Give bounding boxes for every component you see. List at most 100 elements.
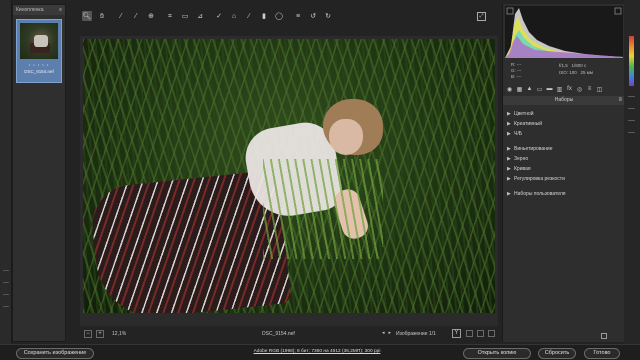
presets-panel-header: Наборы ≡ (503, 96, 625, 105)
prev-image-icon[interactable]: ◂ (382, 330, 385, 336)
thumbnail-filename: DSC_9154.nef (24, 69, 54, 74)
shutter-speed: 1/800 с (571, 63, 587, 68)
toggle-panel-icon[interactable] (601, 333, 607, 339)
split-toning-tab-icon[interactable]: ▬ (546, 86, 553, 93)
expand-arrow-icon: ▶ (507, 111, 511, 117)
photo-preview[interactable] (83, 39, 495, 313)
preset-group-curve[interactable]: ▶ Кривая (507, 164, 621, 174)
target-adjust-icon[interactable]: ⊕ (146, 11, 156, 21)
preset-group-user[interactable]: ▶ Наборы пользователя (507, 189, 621, 199)
rgb-readout: R: --- G: --- B: --- (511, 62, 522, 80)
zoom-out-button[interactable]: − (84, 330, 92, 338)
expand-arrow-icon: ▶ (507, 146, 511, 152)
preset-group-vignetting[interactable]: ▶ Виньетирование (507, 144, 621, 154)
detail-tab-icon[interactable]: ▲ (526, 86, 533, 93)
preset-group-label: Зерно (514, 156, 529, 162)
done-button[interactable]: Готово (584, 348, 620, 359)
gutter-tick (3, 306, 9, 307)
expand-arrow-icon: ▶ (507, 191, 511, 197)
rotate-right-icon[interactable]: ↻ (323, 11, 333, 21)
presets-list: ▶ Цветной ▶ Креативный ▶ Ч/Б ▶ Виньетировани… (507, 109, 621, 199)
right-panel: R: --- G: --- B: --- f/1,5 1/800 с ISO: … (502, 4, 625, 342)
rotate-left-icon[interactable]: ↺ (308, 11, 318, 21)
view-toggle-icon[interactable] (466, 330, 473, 337)
view-buttons (466, 330, 495, 337)
preset-group-creative[interactable]: ▶ Креативный (507, 119, 621, 129)
exposure-info: R: --- G: --- B: --- f/1,5 1/800 с ISO: … (507, 62, 623, 82)
r-label: R: (511, 62, 516, 67)
photo-grass-foreground (263, 159, 383, 259)
panel-title: Наборы (554, 97, 574, 103)
preset-group-color[interactable]: ▶ Цветной (507, 109, 621, 119)
b-value: --- (516, 74, 522, 79)
adjustment-brush-icon[interactable]: ∕ (244, 11, 254, 21)
straighten-icon[interactable]: ▭ (180, 11, 190, 21)
zoom-in-button[interactable]: + (96, 330, 104, 338)
graduated-filter-icon[interactable]: ▮ (259, 11, 269, 21)
expand-arrow-icon: ▶ (507, 156, 511, 162)
gutter-tick (3, 270, 9, 271)
save-image-button[interactable]: Сохранить изображение (16, 348, 94, 359)
effects-tab-icon[interactable]: fx (566, 86, 573, 93)
before-after-y-button[interactable]: Y (452, 329, 461, 338)
preset-group-label: Наборы пользователя (514, 191, 566, 197)
transform-icon[interactable]: ⊿ (195, 11, 205, 21)
red-eye-icon[interactable]: ⌂ (229, 11, 239, 21)
spot-removal-icon[interactable]: ✓ (214, 11, 224, 21)
panel-tabs: ◉ ▦ ▲ ▭ ▬ ▥ fx ◎ ≡ ◫ (503, 84, 625, 94)
canvas-footer: − + 12,1% DSC_9154.nef ◂ ▸ Изображение 1… (80, 328, 498, 340)
hand-tool-icon[interactable]: ✋︎ (97, 11, 107, 21)
open-copy-button[interactable]: Открыть копию (463, 348, 531, 359)
next-image-icon[interactable]: ▸ (389, 330, 392, 336)
r-value: --- (516, 62, 522, 67)
strip-tick (628, 120, 635, 121)
reset-button[interactable]: Сбросить (538, 348, 576, 359)
left-gutter (0, 0, 12, 344)
expand-arrow-icon: ▶ (507, 131, 511, 137)
lens-tab-icon[interactable]: ▥ (556, 86, 563, 93)
tone-curve-tab-icon[interactable]: ▦ (516, 86, 523, 93)
filmstrip-title: Кинопленка (16, 7, 44, 13)
zoom-level[interactable]: 12,1% (112, 331, 142, 337)
g-value: --- (517, 68, 522, 73)
radial-filter-icon[interactable]: ◯ (274, 11, 284, 21)
preset-group-grain[interactable]: ▶ Зерно (507, 154, 621, 164)
color-sampler-icon[interactable]: ⁄ (131, 11, 141, 21)
thumbnail-image (20, 23, 58, 59)
snapshots-tab-icon[interactable]: ◫ (596, 86, 603, 93)
strip-tick (628, 132, 635, 133)
canvas-filename: DSC_9154.nef (262, 331, 295, 337)
calibration-tab-icon[interactable]: ◎ (576, 86, 583, 93)
zoom-tool-icon[interactable]: 🔍︎ (82, 11, 92, 21)
preset-group-bw[interactable]: ▶ Ч/Б (507, 129, 621, 139)
preset-group-label: Виньетирование (514, 146, 553, 152)
preferences-icon[interactable]: ≡ (293, 11, 303, 21)
view-settings-icon[interactable] (488, 330, 495, 337)
fullscreen-icon[interactable]: ⤢ (477, 11, 486, 21)
aperture: f/1,5 (559, 63, 568, 68)
camera-settings: f/1,5 1/800 с ISO: 100 25 мм (559, 62, 593, 76)
white-balance-icon[interactable]: ⁄ (116, 11, 126, 21)
panel-menu-icon[interactable]: ≡ (618, 96, 622, 105)
thumbnail-rating[interactable]: • • • • • (20, 62, 58, 67)
presets-tab-icon[interactable]: ≡ (586, 86, 593, 93)
basic-tab-icon[interactable]: ◉ (506, 86, 513, 93)
workflow-options-link[interactable]: Adobe RGB (1998); 8 бит; 7360 на 4912 (3… (224, 349, 410, 354)
preset-group-sharpening[interactable]: ▶ Регулировка резкости (507, 174, 621, 184)
view-swap-icon[interactable] (477, 330, 484, 337)
g-label: G: (511, 68, 516, 73)
hsl-tab-icon[interactable]: ▭ (536, 86, 543, 93)
iso: ISO: 100 (559, 70, 577, 75)
crop-icon[interactable]: ⌗ (165, 11, 175, 21)
image-canvas[interactable] (80, 36, 498, 326)
preset-group-label: Ч/Б (514, 131, 523, 137)
strip-tick (628, 96, 635, 97)
color-palette-icon[interactable] (629, 36, 634, 86)
b-label: B: (511, 74, 516, 79)
filmstrip-menu-icon[interactable]: ≡ (59, 7, 62, 13)
histogram (505, 6, 623, 58)
preset-group-label: Кривая (514, 166, 531, 172)
filmstrip-thumbnail[interactable]: • • • • • DSC_9154.nef (16, 19, 62, 83)
preset-group-label: Цветной (514, 111, 534, 117)
expand-arrow-icon: ▶ (507, 121, 511, 127)
